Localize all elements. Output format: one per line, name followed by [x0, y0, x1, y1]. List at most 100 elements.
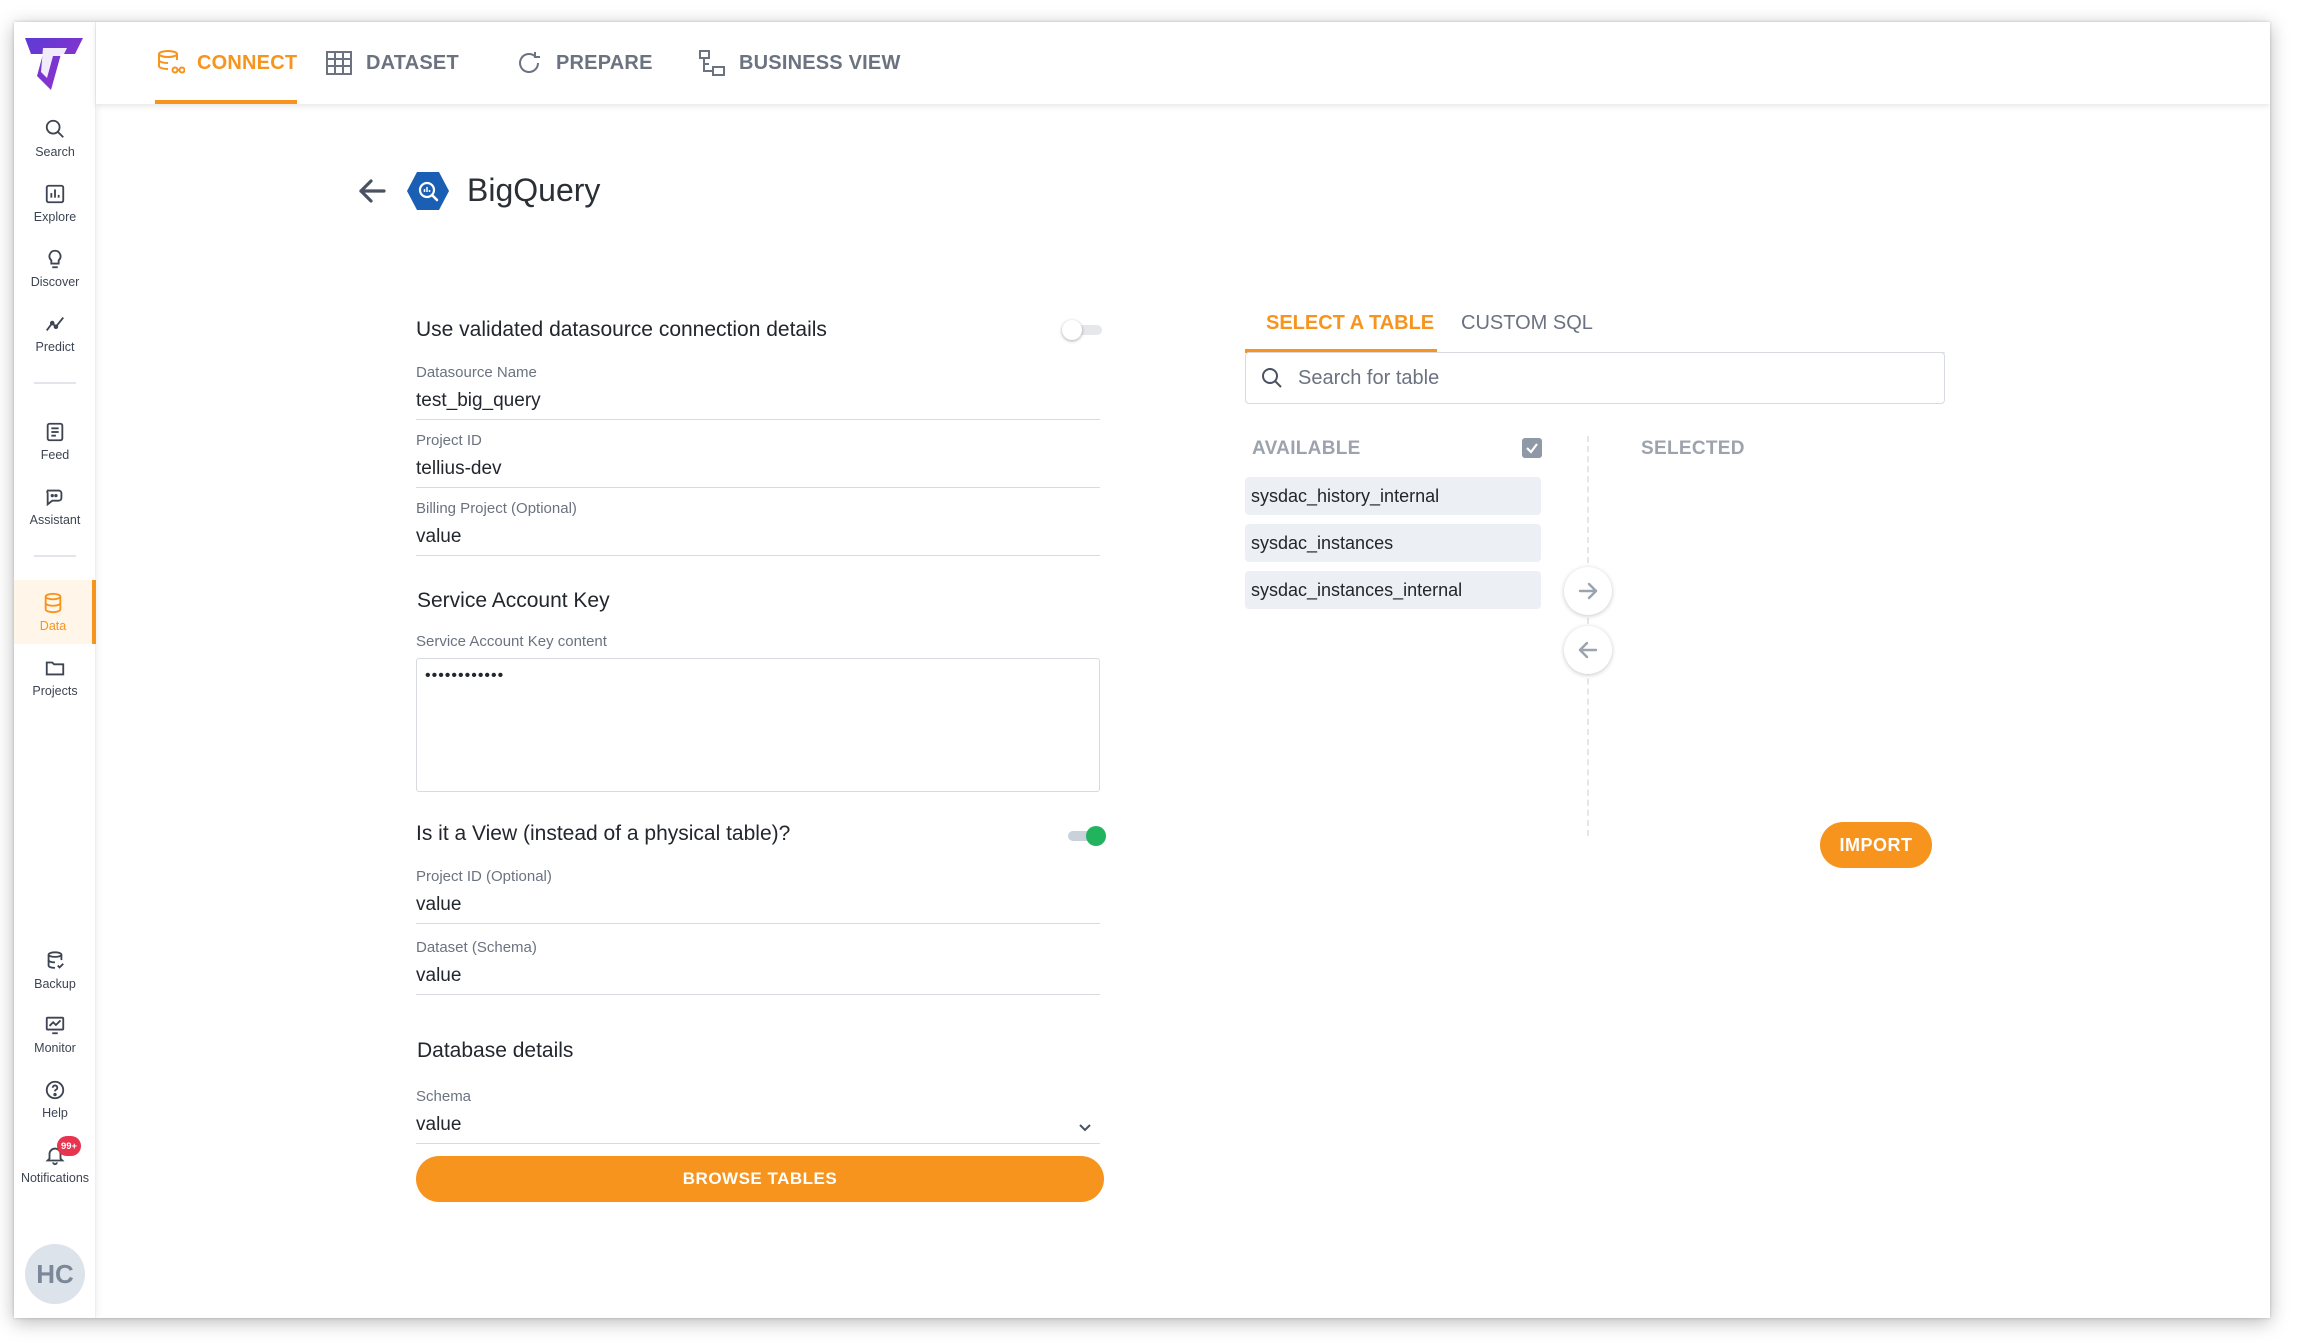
- sidebar-item-label: Predict: [35, 339, 75, 354]
- tab-prepare[interactable]: PREPARE: [514, 22, 653, 104]
- available-header: AVAILABLE: [1252, 438, 1361, 459]
- sidebar-item-monitor[interactable]: Monitor: [14, 1004, 96, 1064]
- tab-custom-sql[interactable]: CUSTOM SQL: [1461, 294, 1593, 352]
- explore-icon: [45, 184, 65, 203]
- tab-select-a-table[interactable]: SELECT A TABLE: [1266, 294, 1434, 352]
- field-label: Project ID: [416, 432, 482, 449]
- search-icon: [45, 119, 64, 138]
- field-value[interactable]: value: [416, 520, 1100, 556]
- available-table-item[interactable]: sysdac_instances_internal: [1245, 571, 1541, 609]
- service-account-key-textarea[interactable]: ••••••••••••: [416, 658, 1100, 792]
- is-view-toggle[interactable]: [1064, 826, 1106, 846]
- dataset-icon: [326, 51, 352, 75]
- sidebar-item-label: Projects: [32, 683, 78, 698]
- field-label: Project ID (Optional): [416, 868, 552, 885]
- tab-dataset[interactable]: DATASET: [324, 22, 459, 104]
- field-value[interactable]: tellius-dev: [416, 452, 1100, 488]
- sidebar-divider: [34, 555, 76, 557]
- arrow-right-icon: [1578, 582, 1598, 600]
- sidebar-item-explore[interactable]: Explore: [14, 173, 96, 233]
- service-account-title: Service Account Key: [417, 589, 610, 612]
- prepare-icon: [519, 52, 540, 73]
- back-arrow-icon[interactable]: [356, 176, 388, 206]
- sidebar-item-data[interactable]: Data: [14, 580, 96, 644]
- folder-icon: [45, 661, 65, 675]
- import-button[interactable]: IMPORT: [1820, 822, 1932, 868]
- table-search[interactable]: [1245, 352, 1945, 404]
- view-project-id-field[interactable]: Project ID (Optional) value: [416, 868, 1100, 924]
- page-title: BigQuery: [467, 172, 601, 208]
- sidebar-item-label: Help: [42, 1105, 68, 1120]
- sidebar-item-search[interactable]: Search: [14, 108, 96, 168]
- tab-label: BUSINESS VIEW: [739, 51, 901, 74]
- sidebar-item-label: Assistant: [29, 512, 81, 527]
- sidebar-item-label: Monitor: [34, 1040, 76, 1055]
- sidebar-item-predict[interactable]: Predict: [14, 303, 96, 363]
- app-window: Search Explore Discover Predict Feed Ass…: [14, 22, 2270, 1318]
- sidebar-item-backup[interactable]: Backup: [14, 940, 96, 1000]
- project-id-field[interactable]: Project ID tellius-dev: [416, 432, 1100, 488]
- field-label: Schema: [416, 1088, 472, 1105]
- table-search-input[interactable]: [1298, 366, 1918, 390]
- field-value[interactable]: test_big_query: [416, 384, 1100, 420]
- tellius-logo[interactable]: [23, 34, 87, 94]
- validated-details-label: Use validated datasource connection deta…: [416, 318, 827, 341]
- backup-icon: [47, 950, 64, 969]
- available-table-item[interactable]: sysdac_history_internal: [1245, 477, 1541, 515]
- sidebar-item-assistant[interactable]: Assistant: [14, 476, 96, 536]
- tab-label: CONNECT: [197, 51, 298, 74]
- tab-label: PREPARE: [556, 51, 653, 74]
- move-right-button[interactable]: [1564, 567, 1612, 615]
- field-value[interactable]: value: [416, 888, 1100, 924]
- tab-label: DATASET: [366, 51, 459, 74]
- sidebar-item-label: Backup: [34, 976, 76, 991]
- field-label: Dataset (Schema): [416, 939, 537, 956]
- datasource-name-field[interactable]: Datasource Name test_big_query: [416, 364, 1100, 420]
- business-view-icon: [699, 50, 725, 76]
- sidebar-item-notifications[interactable]: 99+ Notifications: [14, 1134, 96, 1194]
- sidebar-item-feed[interactable]: Feed: [14, 411, 96, 471]
- discover-icon: [48, 249, 62, 268]
- billing-project-field[interactable]: Billing Project (Optional) value: [416, 500, 1100, 556]
- sidebar-item-label: Data: [39, 618, 67, 633]
- arrow-left-icon: [1578, 641, 1598, 659]
- database-icon: [44, 592, 62, 613]
- check-icon: [1526, 443, 1538, 454]
- sidebar-item-label: Search: [35, 144, 75, 159]
- top-nav: CONNECT DATASET PREPARE BUSINESS VIEW: [96, 22, 2270, 104]
- select-all-checkbox[interactable]: [1522, 438, 1542, 458]
- chevron-down-icon[interactable]: [1076, 1118, 1094, 1136]
- sidebar-item-discover[interactable]: Discover: [14, 238, 96, 298]
- sidebar-divider: [34, 382, 76, 384]
- sidebar-item-label: Feed: [40, 447, 70, 462]
- bigquery-icon: [407, 172, 449, 210]
- sidebar-item-label: Explore: [33, 209, 77, 224]
- sidebar: Search Explore Discover Predict Feed Ass…: [14, 22, 96, 1318]
- predict-icon: [46, 316, 64, 331]
- database-details-title: Database details: [417, 1039, 574, 1062]
- feed-icon: [46, 422, 64, 441]
- available-table-item[interactable]: sysdac_instances: [1245, 524, 1541, 562]
- notification-badge: 99+: [57, 1136, 81, 1156]
- monitor-icon: [45, 1016, 65, 1034]
- is-view-label: Is it a View (instead of a physical tabl…: [416, 822, 791, 845]
- tab-connect[interactable]: CONNECT: [155, 22, 298, 104]
- avatar[interactable]: HC: [25, 1244, 85, 1304]
- field-label: Billing Project (Optional): [416, 500, 577, 517]
- schema-select[interactable]: Schema value: [416, 1088, 1100, 1144]
- toggle-knob: [1062, 320, 1082, 340]
- sidebar-item-help[interactable]: Help: [14, 1069, 96, 1129]
- validated-details-toggle[interactable]: [1062, 320, 1104, 340]
- selected-header: SELECTED: [1641, 438, 1745, 459]
- search-icon: [1262, 368, 1282, 388]
- connect-icon: [158, 50, 185, 74]
- tab-business-view[interactable]: BUSINESS VIEW: [697, 22, 901, 104]
- field-value[interactable]: value: [416, 1108, 1100, 1144]
- dataset-schema-field[interactable]: Dataset (Schema) value: [416, 939, 1100, 995]
- browse-tables-button[interactable]: BROWSE TABLES: [416, 1156, 1104, 1202]
- move-left-button[interactable]: [1564, 626, 1612, 674]
- field-value[interactable]: value: [416, 959, 1100, 995]
- service-account-key-label-wrap: Service Account Key content: [416, 633, 1100, 653]
- help-icon: [45, 1080, 65, 1099]
- sidebar-item-projects[interactable]: Projects: [14, 647, 96, 707]
